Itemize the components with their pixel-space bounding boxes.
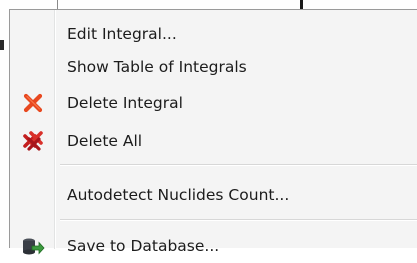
menu-separator [60, 164, 417, 166]
menu-item-show-table-of-integrals[interactable]: Show Table of Integrals [12, 50, 415, 84]
menu-item-label: Delete Integral [67, 94, 183, 112]
menu-item-delete-integral[interactable]: Delete Integral [12, 86, 415, 120]
menu-item-label: Edit Integral... [67, 25, 177, 43]
delete-x-icon [21, 91, 45, 115]
database-save-icon [21, 234, 45, 258]
menu-separator [60, 219, 417, 221]
menu-item-save-to-database[interactable]: Save to Database... [12, 229, 415, 263]
menu-item-edit-integral[interactable]: Edit Integral... [12, 17, 415, 51]
menu-item-label: Delete All [67, 132, 143, 150]
menu-item-label: Save to Database... [67, 237, 220, 255]
menu-item-delete-all[interactable]: Delete All [12, 124, 415, 158]
menu-item-label: Show Table of Integrals [67, 58, 247, 76]
menu-item-autodetect-nuclides-count[interactable]: Autodetect Nuclides Count... [12, 178, 415, 212]
menu-item-label: Autodetect Nuclides Count... [67, 186, 290, 204]
integral-context-menu: Edit Integral... Show Table of Integrals… [9, 9, 417, 255]
background-edge-mark [0, 40, 4, 50]
delete-all-icon [21, 129, 45, 153]
